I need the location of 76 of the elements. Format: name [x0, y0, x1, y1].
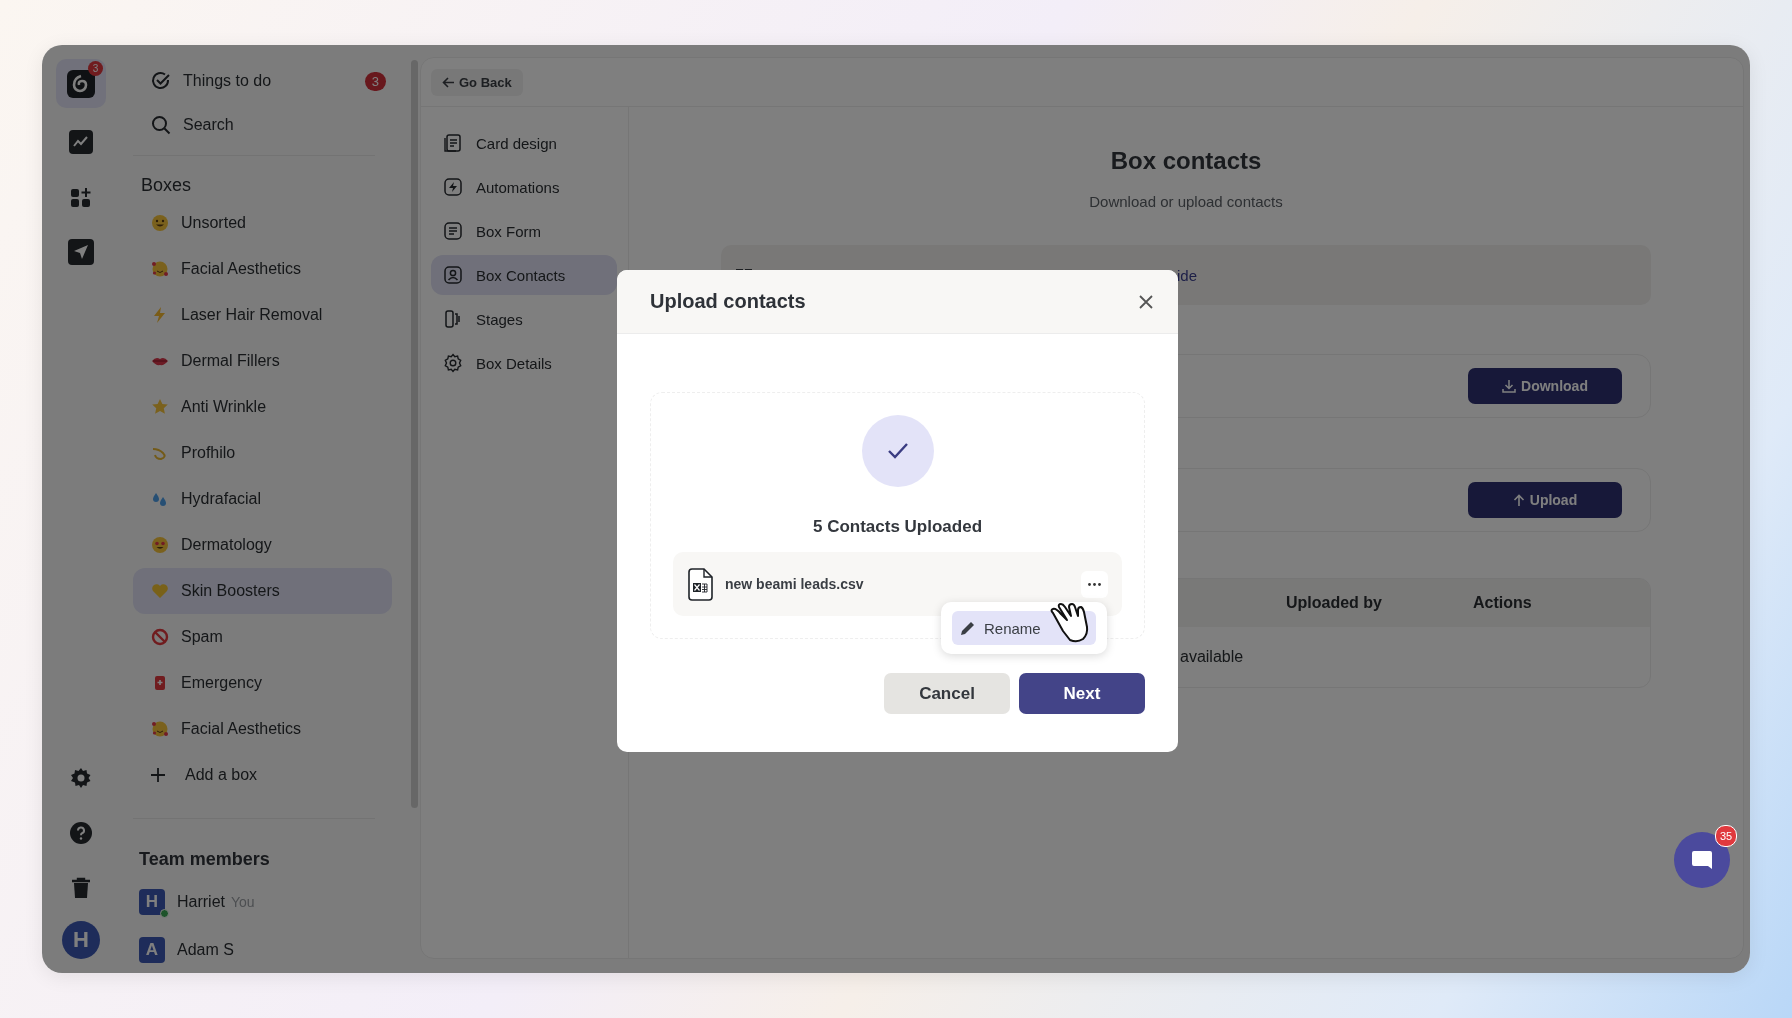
star-icon [151, 398, 169, 416]
column-header: Actions [1473, 594, 1533, 612]
trash-icon[interactable] [71, 877, 91, 899]
document-icon [443, 133, 463, 153]
gear-icon [443, 353, 463, 373]
next-button[interactable]: Next [1019, 673, 1145, 714]
box-item[interactable]: Laser Hair Removal [133, 292, 392, 338]
smiley-icon [151, 214, 169, 232]
arrow-left-icon [442, 76, 455, 88]
box-item[interactable]: Dermatology [133, 522, 392, 568]
upload-button[interactable]: Upload [1468, 482, 1622, 518]
pencil-icon [960, 620, 976, 636]
download-button[interactable]: Download [1468, 368, 1622, 404]
settings-tab[interactable]: Box Details [431, 343, 617, 383]
star-eyes-face-icon [151, 536, 169, 554]
spiral-logo-icon [67, 69, 95, 98]
plus-icon [151, 768, 165, 782]
spreadsheet-file-icon [687, 567, 713, 601]
guide-link[interactable]: ide [1177, 266, 1198, 284]
member-avatar: A [139, 937, 165, 963]
section-heading: Team members [138, 848, 271, 871]
box-item[interactable]: Skin Boosters [133, 568, 392, 614]
section-heading: Boxes [140, 174, 193, 197]
empty-message: available [1180, 648, 1244, 666]
member-name[interactable]: Adam S [177, 941, 234, 959]
prohibited-icon [151, 628, 169, 646]
cancel-button[interactable]: Cancel [884, 673, 1010, 714]
search-link[interactable]: Search [183, 116, 234, 134]
check-circle-icon [151, 71, 171, 91]
upload-status: 5 Contacts Uploaded [812, 517, 983, 537]
box-item[interactable]: Facial Aesthetics [133, 246, 392, 292]
notification-badge: 3 [88, 61, 103, 76]
page-subtitle: Download or upload contacts [1089, 193, 1283, 210]
box-item[interactable]: Emergency [133, 660, 392, 706]
download-icon [1502, 379, 1517, 393]
nav-link[interactable]: Things to do [183, 72, 272, 90]
page-title: Box contacts [1110, 147, 1262, 175]
close-icon [1138, 293, 1154, 310]
heart-icon [151, 582, 169, 600]
logo-button[interactable]: 3 [56, 59, 106, 108]
contact-icon [443, 265, 463, 285]
settings-tab[interactable]: Card design [431, 123, 617, 163]
form-icon [443, 221, 463, 241]
user-avatar[interactable]: H [62, 921, 100, 959]
settings-icon[interactable] [70, 767, 92, 789]
box-item[interactable]: Unsorted [133, 200, 392, 246]
settings-tab[interactable]: Box Form [431, 211, 617, 251]
file-name: new beami leads.csv [725, 576, 865, 592]
count-badge: 3 [364, 71, 386, 91]
ellipsis-icon [1088, 582, 1101, 586]
dialog-title: Upload contacts [650, 290, 807, 313]
smiling-face-hearts-icon [151, 720, 169, 738]
column-header: Uploaded by [1286, 594, 1383, 612]
line-chart-icon[interactable] [69, 130, 93, 154]
box-item[interactable]: Hydrafacial [133, 476, 392, 522]
more-options-button[interactable] [1081, 570, 1108, 598]
box-item[interactable]: Spam [133, 614, 392, 660]
arrow-up-icon [1512, 493, 1525, 507]
member-name[interactable]: Harriet [177, 893, 225, 911]
add-grid-icon[interactable] [70, 187, 92, 209]
box-item[interactable]: Anti Wrinkle [133, 384, 392, 430]
chat-bubble-icon [1690, 848, 1714, 872]
box-item[interactable]: Profhilo [133, 430, 392, 476]
go-back-button[interactable]: Go Back [431, 68, 523, 96]
help-icon[interactable] [69, 821, 93, 845]
add-box-link[interactable]: Add a box [185, 766, 258, 784]
box-item[interactable]: Facial Aesthetics [133, 706, 392, 752]
box-item[interactable]: Dermal Fillers [133, 338, 392, 384]
lightning-square-icon [443, 177, 463, 197]
settings-tab[interactable]: Automations [431, 167, 617, 207]
settings-tab[interactable]: Box Contacts [431, 255, 617, 295]
settings-tab[interactable]: Stages [431, 299, 617, 339]
smiling-face-hearts-icon [151, 260, 169, 278]
columns-icon [443, 309, 463, 329]
search-icon [151, 115, 171, 135]
send-icon[interactable] [68, 239, 94, 265]
